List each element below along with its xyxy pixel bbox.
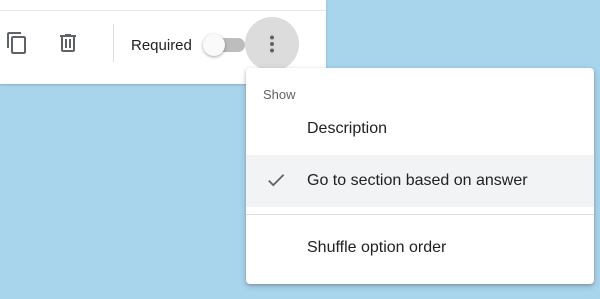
menu-item-label: Go to section based on answer bbox=[307, 172, 528, 189]
content-copy-icon bbox=[7, 32, 26, 54]
check-icon bbox=[268, 174, 285, 187]
menu-item-shuffle-option-order[interactable]: Shuffle option order bbox=[246, 222, 594, 274]
menu-item-label: Shuffle option order bbox=[307, 239, 447, 256]
trash-icon bbox=[60, 34, 76, 52]
menu-header: Show bbox=[263, 87, 296, 102]
more-options-button[interactable] bbox=[245, 17, 299, 71]
required-label: Required bbox=[131, 37, 192, 54]
more-vert-icon bbox=[270, 35, 274, 53]
menu-divider bbox=[246, 214, 594, 215]
menu-item-label: Description bbox=[307, 120, 388, 137]
required-toggle[interactable] bbox=[203, 33, 247, 57]
menu-item-go-to-section[interactable]: Go to section based on answer bbox=[246, 155, 594, 207]
card-divider bbox=[0, 10, 326, 11]
toggle-knob bbox=[203, 34, 225, 56]
delete-button[interactable] bbox=[53, 28, 83, 58]
duplicate-button[interactable] bbox=[2, 28, 32, 58]
more-options-menu: Show Description Go to section based on … bbox=[246, 68, 594, 284]
menu-item-description[interactable]: Description bbox=[246, 103, 594, 155]
toolbar-divider bbox=[113, 24, 114, 62]
